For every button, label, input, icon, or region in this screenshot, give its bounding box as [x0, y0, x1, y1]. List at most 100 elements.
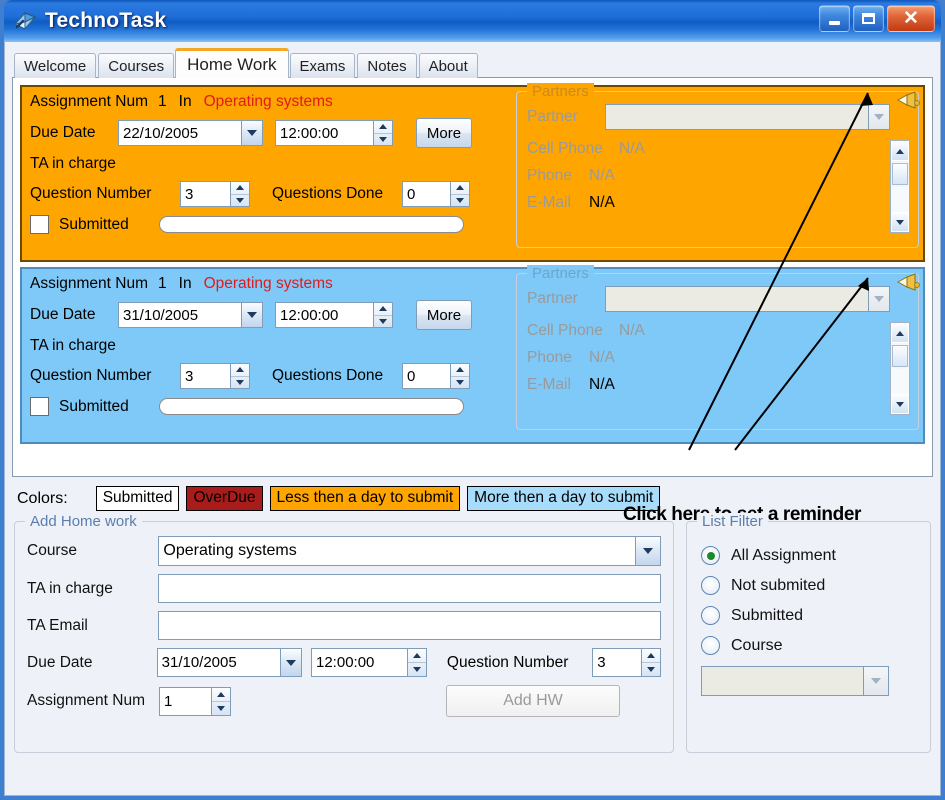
add-assignment-num-value[interactable]: 1 [159, 686, 211, 716]
question-number-stepper-2[interactable] [230, 363, 250, 389]
due-time-down-icon-1[interactable] [374, 134, 392, 146]
radio-all-assignment[interactable] [701, 546, 720, 565]
add-due-time-stepper[interactable] [406, 648, 427, 677]
questions-done-value-2[interactable]: 0 [402, 363, 450, 389]
add-question-number-up-icon[interactable] [642, 649, 660, 663]
due-time-up-icon-1[interactable] [374, 121, 392, 134]
due-time-up-icon-2[interactable] [374, 303, 392, 316]
submitted-checkbox-1[interactable] [30, 215, 49, 234]
course-value[interactable]: Operating systems [158, 536, 635, 566]
add-due-time-spinner[interactable]: 12:00:00 [311, 648, 427, 677]
submitted-checkbox-2[interactable] [30, 397, 49, 416]
partner-combo-1[interactable] [605, 104, 890, 130]
tab-home-work[interactable]: Home Work [175, 48, 289, 78]
minimize-button[interactable] [819, 5, 850, 32]
radio-not-submited[interactable] [701, 576, 720, 595]
due-time-value-1[interactable]: 12:00:00 [275, 120, 373, 146]
due-date-value-1[interactable]: 22/10/2005 [118, 120, 241, 146]
scroll-track-2[interactable] [891, 369, 909, 394]
tab-welcome[interactable]: Welcome [14, 53, 97, 78]
questions-done-up-icon-2[interactable] [451, 364, 469, 377]
more-button-2[interactable]: More [416, 300, 472, 330]
add-due-time-down-icon[interactable] [408, 663, 426, 676]
scroll-up-icon-1[interactable] [891, 141, 909, 161]
partners-scrollbar-2[interactable] [890, 322, 910, 415]
partner-dropdown-icon-2[interactable] [868, 286, 890, 312]
add-due-time-value[interactable]: 12:00:00 [311, 648, 407, 677]
due-date-picker-2[interactable]: 31/10/2005 [118, 302, 263, 328]
question-number-spinner-1[interactable]: 3 [180, 181, 250, 207]
filter-course-combo[interactable] [701, 666, 889, 696]
reminder-horn-icon-2[interactable] [894, 271, 920, 293]
add-due-date-dropdown-icon[interactable] [280, 648, 302, 677]
add-question-number-down-icon[interactable] [642, 663, 660, 676]
add-assignment-num-stepper[interactable] [211, 686, 231, 716]
filter-course-value[interactable] [701, 666, 863, 696]
due-time-down-icon-2[interactable] [374, 316, 392, 328]
question-number-down-icon-2[interactable] [231, 377, 249, 389]
question-number-value-1[interactable]: 3 [180, 181, 230, 207]
due-time-stepper-1[interactable] [373, 120, 393, 146]
due-time-spinner-1[interactable]: 12:00:00 [275, 120, 393, 146]
questions-done-spinner-2[interactable]: 0 [402, 363, 470, 389]
course-combo[interactable]: Operating systems [158, 536, 661, 566]
add-assignment-num-spinner[interactable]: 1 [159, 686, 231, 716]
radio-submitted[interactable] [701, 606, 720, 625]
scroll-track-1[interactable] [891, 187, 909, 212]
partner-combo-2[interactable] [605, 286, 890, 312]
questions-done-stepper-1[interactable] [450, 181, 470, 207]
questions-done-down-icon-2[interactable] [451, 377, 469, 389]
partner-dropdown-icon-1[interactable] [868, 104, 890, 130]
reminder-horn-icon-1[interactable] [894, 89, 920, 111]
question-number-down-icon-1[interactable] [231, 195, 249, 207]
filter-course-dropdown-icon[interactable] [863, 666, 889, 696]
tab-exams[interactable]: Exams [289, 53, 356, 78]
question-number-up-icon-1[interactable] [231, 182, 249, 195]
ta-in-charge-input[interactable] [158, 574, 661, 603]
question-number-spinner-2[interactable]: 3 [180, 363, 250, 389]
due-date-dropdown-icon-1[interactable] [241, 120, 263, 146]
filter-option-submitted[interactable]: Submitted [701, 606, 918, 625]
tab-about[interactable]: About [418, 53, 478, 78]
add-question-number-stepper[interactable] [641, 648, 661, 677]
questions-done-value-1[interactable]: 0 [402, 181, 450, 207]
question-number-value-2[interactable]: 3 [180, 363, 230, 389]
scroll-thumb-1[interactable] [892, 163, 908, 185]
course-dropdown-icon[interactable] [635, 536, 661, 566]
radio-course[interactable] [701, 636, 720, 655]
questions-done-stepper-2[interactable] [450, 363, 470, 389]
filter-option-not-submited[interactable]: Not submited [701, 576, 918, 595]
add-due-time-up-icon[interactable] [407, 649, 426, 663]
questions-done-up-icon-1[interactable] [451, 182, 469, 195]
filter-option-all-assignment[interactable]: All Assignment [701, 546, 918, 565]
tab-notes[interactable]: Notes [357, 53, 417, 78]
scroll-up-icon-2[interactable] [891, 323, 909, 343]
due-date-dropdown-icon-2[interactable] [241, 302, 263, 328]
due-time-value-2[interactable]: 12:00:00 [275, 302, 373, 328]
add-question-number-spinner[interactable]: 3 [592, 648, 661, 677]
due-time-spinner-2[interactable]: 12:00:00 [275, 302, 393, 328]
add-assignment-num-up-icon[interactable] [212, 688, 230, 702]
assignment-row-1[interactable]: Assignment Num 1 In Operating systems Du… [20, 83, 925, 262]
question-number-up-icon-2[interactable] [231, 364, 249, 377]
add-due-date-picker[interactable]: 31/10/2005 [156, 648, 302, 677]
filter-option-course[interactable]: Course [701, 636, 918, 655]
close-button[interactable]: ✕ [887, 5, 935, 32]
add-hw-button[interactable]: Add HW [446, 685, 620, 717]
partners-scrollbar-1[interactable] [890, 140, 910, 233]
tab-courses[interactable]: Courses [98, 53, 175, 78]
due-time-stepper-2[interactable] [373, 302, 393, 328]
scroll-down-icon-1[interactable] [891, 212, 909, 232]
add-assignment-num-down-icon[interactable] [212, 702, 230, 715]
ta-email-input[interactable] [158, 611, 661, 640]
questions-done-spinner-1[interactable]: 0 [402, 181, 470, 207]
maximize-button[interactable] [853, 5, 884, 32]
questions-done-down-icon-1[interactable] [451, 195, 469, 207]
due-date-picker-1[interactable]: 22/10/2005 [118, 120, 263, 146]
add-due-date-value[interactable]: 31/10/2005 [156, 648, 280, 677]
add-question-number-value[interactable]: 3 [592, 648, 641, 677]
question-number-stepper-1[interactable] [230, 181, 250, 207]
partner-value-1[interactable] [605, 104, 868, 130]
scroll-down-icon-2[interactable] [891, 394, 909, 414]
partner-value-2[interactable] [605, 286, 868, 312]
